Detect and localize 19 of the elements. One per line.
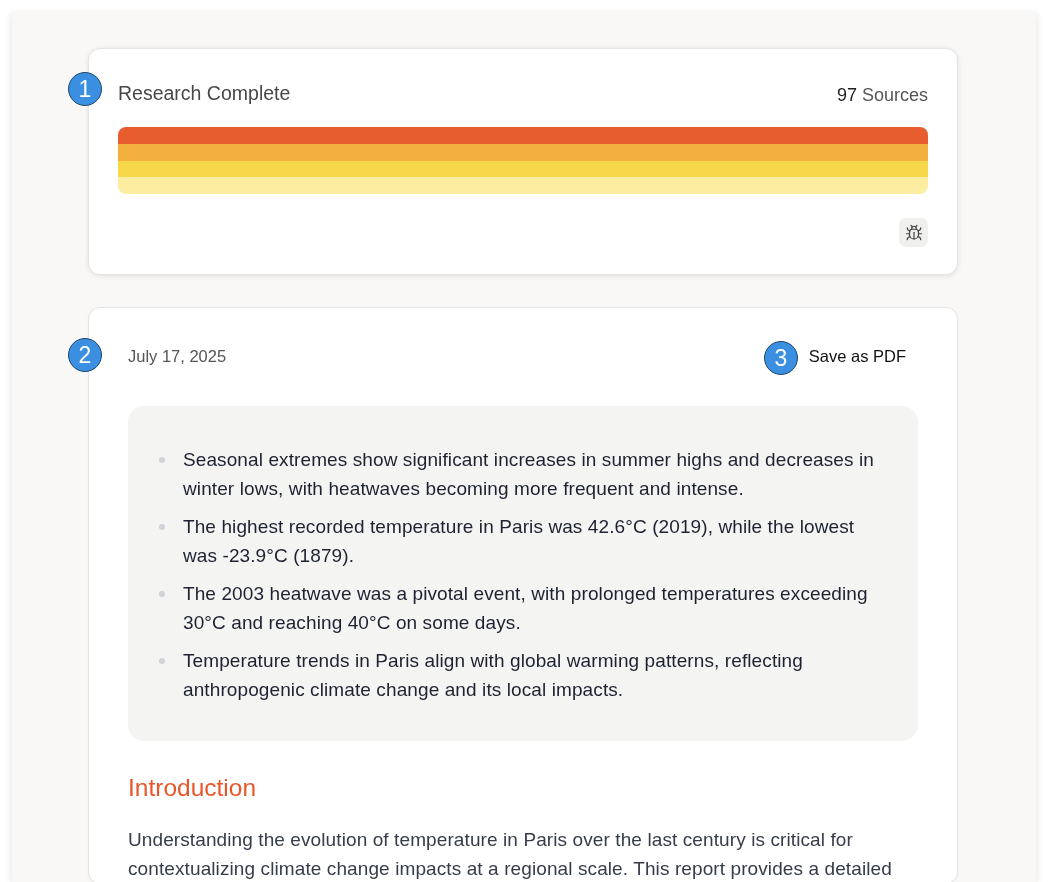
bullet-icon [159, 591, 165, 597]
sources-count: 97 Sources [836, 84, 928, 106]
number-marker: 1 [68, 72, 102, 106]
bullet-icon [159, 658, 165, 664]
number-marker: 3 [763, 340, 798, 375]
debug-button[interactable] [899, 218, 928, 247]
summary-item: The highest recorded temperature in Paris was 42.6°C (2019), while the lowest was -23.9°C (1879). [183, 515, 856, 568]
summary-item: The 2003 heatwave was a pivotal event, with prolonged temperatures exceeding 30°C and reaching 40°C on some days. [183, 582, 869, 635]
summary-item: Seasonal extremes show significant increases in summer highs and decreases in winter lows, with heatwaves becoming more frequent and intense. [183, 448, 875, 501]
bug-icon [904, 223, 923, 242]
bullet-icon [159, 457, 165, 463]
number-marker: 2 [68, 338, 102, 372]
intro-paragraph: Understanding the evolution of temperature in Paris over the last century is critical for contextualizing climate change impacts at a regional scale. This report provides a detailed [128, 828, 893, 881]
bullet-icon [159, 524, 165, 530]
status-title: Research Complete [118, 81, 291, 105]
section-heading: Introduction [128, 773, 258, 803]
report-date: July 17, 2025 [128, 346, 227, 366]
save-pdf-button[interactable]: Save as PDF [796, 340, 918, 372]
summary-item: Temperature trends in Paris align with global warming patterns, reflecting anthropogenic climate change and its local impacts. [183, 649, 804, 702]
